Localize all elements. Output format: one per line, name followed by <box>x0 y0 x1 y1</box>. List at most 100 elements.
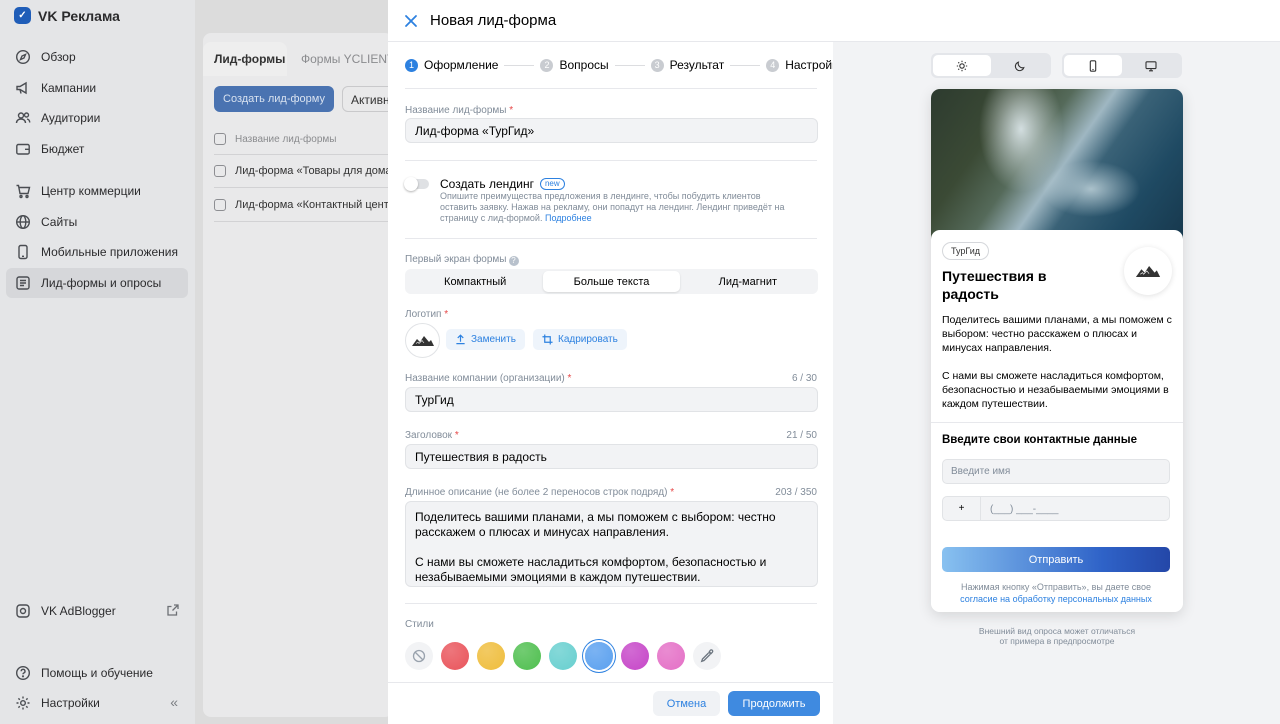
row-checkbox[interactable] <box>214 199 226 211</box>
preview-disclaimer: Внешний вид опроса может отличаться от п… <box>978 626 1136 646</box>
select-all-checkbox[interactable] <box>214 133 226 145</box>
consent-link[interactable]: согласие на обработку персональных данны… <box>960 594 1152 604</box>
replace-logo-button[interactable]: Заменить <box>446 329 525 350</box>
sidebar-item-sites[interactable]: Сайты <box>6 207 188 237</box>
sidebar-item-help[interactable]: Помощь и обучение <box>6 658 188 688</box>
label-text: Название лид-формы <box>405 105 507 116</box>
step-questions[interactable]: 2 Вопросы <box>540 58 609 72</box>
desktop-preview-button[interactable] <box>1122 55 1180 76</box>
close-icon[interactable] <box>403 13 419 29</box>
globe-icon <box>14 214 31 231</box>
sidebar-item-commerce[interactable]: Центр коммерции <box>6 176 188 206</box>
long-description-counter: 203 / 350 <box>775 487 817 498</box>
external-link-icon <box>167 604 179 616</box>
headline-label: Заголовок * <box>405 430 459 441</box>
step-connector <box>730 64 761 66</box>
row-title: Лид-форма «Товары для дома» <box>235 165 389 177</box>
light-theme-button[interactable] <box>933 55 991 76</box>
sidebar-item-audiences[interactable]: Аудитории <box>6 103 188 133</box>
consent-text: Нажимая кнопку «Отправить», вы даете сво… <box>942 581 1170 605</box>
tab-lead-forms[interactable]: Лид-формы <box>203 42 287 76</box>
sidebar-item-settings[interactable]: Настройки « <box>6 688 188 718</box>
sidebar-item-label: Мобильные приложения <box>41 245 178 259</box>
stepper: 1 Оформление 2 Вопросы 3 Результат 4 Нас… <box>405 58 844 72</box>
long-description-textarea[interactable]: Поделитесь вашими планами, а мы поможем … <box>405 501 818 587</box>
sidebar-item-label: Бюджет <box>41 142 85 156</box>
help-icon[interactable]: ? <box>508 256 519 266</box>
option-compact[interactable]: Компактный <box>407 271 543 292</box>
table-row[interactable]: Лид-форма «Контактный центр» <box>214 199 389 211</box>
color-swatch-pink[interactable] <box>657 642 685 670</box>
mobile-preview-button[interactable] <box>1064 55 1122 76</box>
label-text: Заголовок <box>405 430 453 441</box>
new-lead-form-modal: Новая лид-форма 1 Оформление 2 Вопросы 3… <box>388 0 1280 724</box>
color-swatch-purple[interactable] <box>621 642 649 670</box>
first-screen-label: Первый экран формы? <box>405 254 519 266</box>
sidebar-item-overview[interactable]: Обзор <box>6 42 188 72</box>
divider <box>214 187 389 188</box>
styles-label: Стили <box>405 619 434 630</box>
crop-icon <box>542 334 553 345</box>
sidebar-item-adblogger[interactable]: VK AdBlogger <box>6 596 188 626</box>
logo-preview <box>405 323 440 358</box>
divider <box>405 160 817 161</box>
label-text: Длинное описание (не более 2 переносов с… <box>405 487 668 498</box>
dark-theme-button[interactable] <box>991 55 1049 76</box>
style-color-picker <box>405 642 721 670</box>
theme-toggle <box>931 53 1051 78</box>
preview-column: ТурГид Путешествия в радость Поделитесь … <box>833 42 1280 724</box>
custom-color-swatch[interactable] <box>693 642 721 670</box>
headline-input[interactable]: Путешествия в радость <box>405 444 818 469</box>
sidebar-item-mobile-apps[interactable]: Мобильные приложения <box>6 237 188 267</box>
name-input[interactable]: Введите имя <box>942 459 1170 484</box>
cancel-button[interactable]: Отмена <box>653 691 720 716</box>
sidebar-item-label: Помощь и обучение <box>41 666 153 680</box>
gear-icon <box>14 695 31 712</box>
sidebar-item-budget[interactable]: Бюджет <box>6 134 188 164</box>
step-connector <box>614 64 645 66</box>
brand[interactable]: ✓ VK Реклама <box>14 7 120 24</box>
eyedropper-icon <box>700 649 714 663</box>
create-lead-form-button[interactable]: Создать лид-форму <box>214 86 334 112</box>
phone-code[interactable]: + <box>943 497 981 520</box>
option-lead-magnet[interactable]: Лид-магнит <box>680 271 816 292</box>
form-name-input[interactable]: Лид-форма «ТурГид» <box>405 118 818 143</box>
sun-icon <box>956 60 968 71</box>
color-swatch-blue[interactable] <box>585 642 613 670</box>
step-design[interactable]: 1 Оформление <box>405 58 498 72</box>
cover-image <box>931 89 1183 239</box>
first-screen-segmented-control: Компактный Больше текста Лид-магнит <box>405 269 818 294</box>
collapse-sidebar-icon[interactable]: « <box>170 694 178 710</box>
vk-ads-logo-icon: ✓ <box>14 7 31 24</box>
form-icon <box>14 275 31 292</box>
create-landing-toggle[interactable] <box>404 177 429 191</box>
sidebar-item-label: Аудитории <box>41 111 101 125</box>
preview-description: Поделитесь вашими планами, а мы поможем … <box>942 314 1172 410</box>
preview-logo <box>1124 247 1172 295</box>
create-landing-title: Создать лендинг new <box>440 177 565 191</box>
no-color-icon <box>412 649 426 663</box>
option-more-text[interactable]: Больше текста <box>543 271 680 292</box>
column-header: Название лид-формы <box>235 133 337 145</box>
sidebar-item-campaigns[interactable]: Кампании <box>6 73 188 103</box>
color-swatch-red[interactable] <box>441 642 469 670</box>
submit-button[interactable]: Отправить <box>942 547 1170 572</box>
phone-input[interactable]: + (___) ___-____ <box>942 496 1170 521</box>
sidebar-item-label: Обзор <box>41 50 76 64</box>
step-result[interactable]: 3 Результат <box>650 58 724 72</box>
consent-text-body: Нажимая кнопку «Отправить», вы даете сво… <box>960 582 1151 592</box>
no-color-swatch[interactable] <box>405 642 433 670</box>
continue-button[interactable]: Продолжить <box>728 691 820 716</box>
row-checkbox[interactable] <box>214 165 226 177</box>
crop-logo-button[interactable]: Кадрировать <box>533 329 627 350</box>
sidebar-item-lead-forms[interactable]: Лид-формы и опросы <box>6 268 188 298</box>
color-swatch-yellow[interactable] <box>477 642 505 670</box>
table-row[interactable]: Лид-форма «Товары для дома» <box>214 165 389 177</box>
step-number: 4 <box>766 58 780 72</box>
more-link[interactable]: Подробнее <box>545 213 592 223</box>
required-mark: * <box>509 105 514 116</box>
color-swatch-green[interactable] <box>513 642 541 670</box>
color-swatch-teal[interactable] <box>549 642 577 670</box>
company-name-input[interactable]: ТурГид <box>405 387 818 412</box>
row-title: Лид-форма «Контактный центр» <box>235 199 389 211</box>
